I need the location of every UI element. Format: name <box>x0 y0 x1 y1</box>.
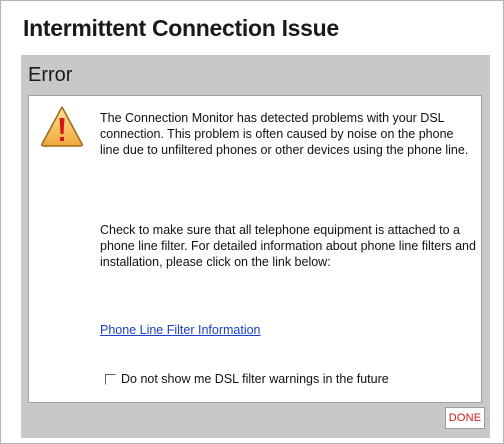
error-panel: Error The Connection Monitor has detecte… <box>21 55 490 438</box>
message-paragraph-1: The Connection Monitor has detected prob… <box>100 111 469 157</box>
warning-icon <box>39 104 85 148</box>
message-paragraph-2: Check to make sure that all telephone eq… <box>100 223 476 269</box>
done-button[interactable]: DONE <box>445 407 485 429</box>
dialog-window: Intermittent Connection Issue Error The … <box>0 0 504 444</box>
dialog-title: Intermittent Connection Issue <box>23 15 339 41</box>
message-box: The Connection Monitor has detected prob… <box>28 95 482 403</box>
checkbox-label: Do not show me DSL filter warnings in th… <box>121 372 389 386</box>
phone-line-filter-link[interactable]: Phone Line Filter Information <box>100 323 261 337</box>
dsl-warning-checkbox[interactable] <box>105 374 116 385</box>
panel-title: Error <box>28 64 73 86</box>
